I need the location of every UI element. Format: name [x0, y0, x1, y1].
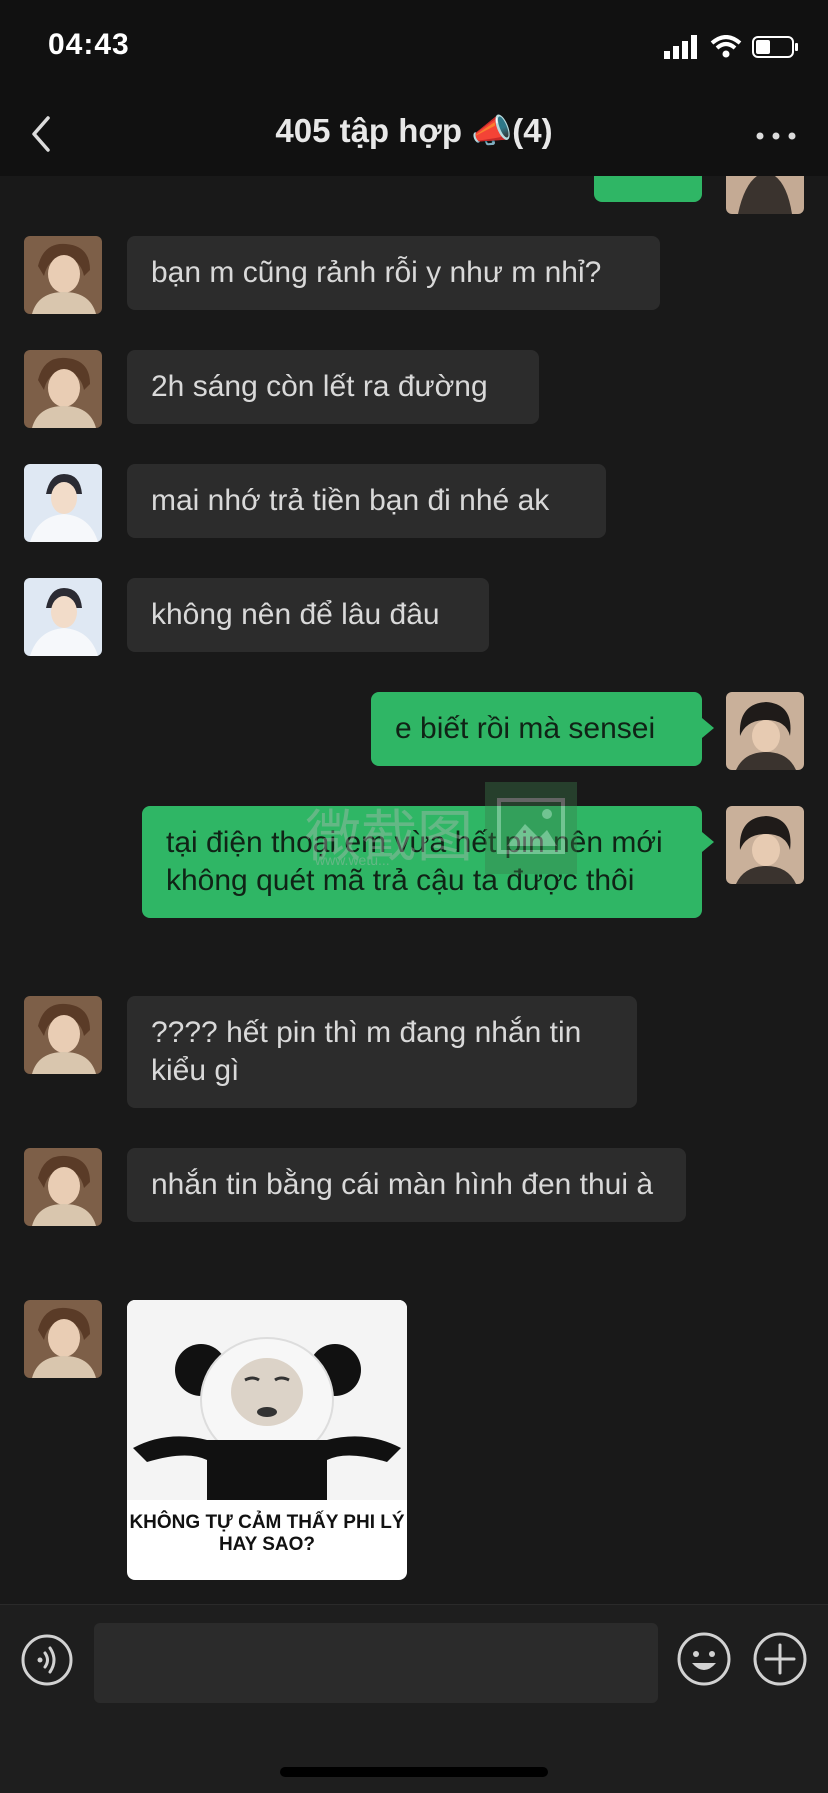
message-bubble-incoming[interactable]: nhắn tin bằng cái màn hình đen thui à [127, 1148, 686, 1222]
sticker-caption: KHÔNG TỰ CẢM THẤY PHI LÝ HAY SAO? [129, 1512, 405, 1555]
avatar-member-b[interactable] [24, 578, 102, 656]
message-bubble-outgoing-partial[interactable] [594, 176, 702, 202]
message-bubble-incoming[interactable]: ???? hết pin thì m đang nhắn tin kiểu gì [127, 996, 637, 1108]
avatar-member-a[interactable] [24, 236, 102, 314]
message-bubble-incoming[interactable]: không nên để lâu đâu [127, 578, 489, 652]
avatar-member-a[interactable] [24, 996, 102, 1074]
voice-input-icon[interactable] [20, 1633, 74, 1687]
signal-icon [664, 35, 697, 59]
battery-icon [752, 36, 798, 58]
panda-meme-image [127, 1300, 407, 1500]
chat-title: 405 tập hợp 📣(4) [275, 112, 553, 149]
avatar-me[interactable] [726, 176, 804, 214]
message-bubble-incoming[interactable]: mai nhớ trả tiền bạn đi nhé ak [127, 464, 606, 538]
input-bar [0, 1604, 828, 1793]
wifi-icon [710, 35, 742, 58]
avatar-me[interactable] [726, 692, 804, 770]
watermark-url: www.wetu... [315, 852, 390, 868]
message-input[interactable] [94, 1623, 658, 1703]
more-options-icon[interactable] [752, 116, 800, 156]
status-time: 04:43 [48, 28, 130, 61]
sticker-message[interactable]: KHÔNG TỰ CẢM THẤY PHI LÝ HAY SAO? [127, 1300, 407, 1580]
watermark: 微截图 www.wetu... [305, 782, 585, 882]
status-bar: 04:43 [0, 0, 828, 92]
message-bubble-outgoing[interactable]: e biết rồi mà sensei [371, 692, 714, 766]
message-bubble-incoming[interactable]: 2h sáng còn lết ra đường [127, 350, 539, 424]
emoji-icon[interactable] [676, 1631, 732, 1687]
avatar-member-a[interactable] [24, 1148, 102, 1226]
status-icons [664, 32, 800, 62]
avatar-me[interactable] [726, 806, 804, 884]
watermark-image-icon [485, 782, 577, 874]
avatar-member-b[interactable] [24, 464, 102, 542]
avatar-member-a[interactable] [24, 350, 102, 428]
add-attachment-icon[interactable] [752, 1631, 808, 1687]
message-bubble-incoming[interactable]: bạn m cũng rảnh rỗi y như m nhỉ? [127, 236, 660, 310]
home-indicator [280, 1767, 548, 1777]
chat-area[interactable]: bạn m cũng rảnh rỗi y như m nhỉ? 2h sáng… [0, 176, 828, 1604]
nav-bar: 405 tập hợp 📣(4) [0, 92, 828, 176]
avatar-member-a[interactable] [24, 1300, 102, 1378]
